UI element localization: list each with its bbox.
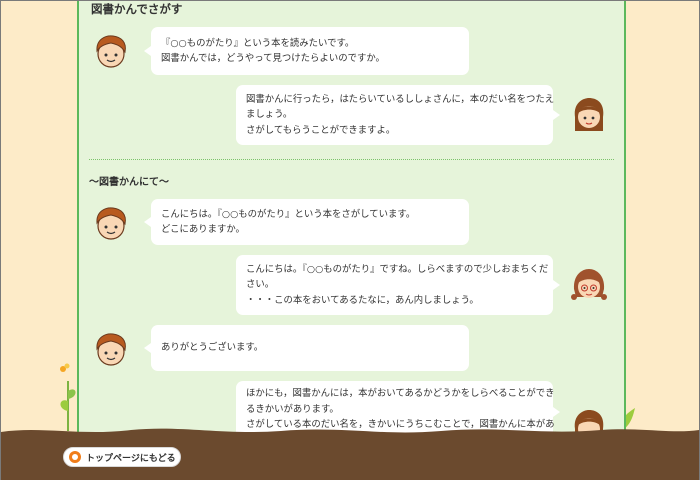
bubble-line: 『○○ものがたり』という本を読みたいです。 — [161, 37, 355, 49]
bubble-line: ありがとうございます。 — [161, 342, 264, 354]
circle-arrow-icon — [69, 451, 81, 463]
back-to-top-label: トップページにもどる — [86, 453, 176, 464]
speech-bubble: ありがとうございます。 — [144, 325, 469, 371]
speech-bubble: 図書かんに行ったら，はたらいているししょさんに，本のだい名をつたえ ましょう。 … — [236, 85, 560, 145]
bubble-line: 図書かんでは，どうやって見つけたらよいのですか。 — [161, 53, 385, 64]
woman-avatar-icon — [574, 98, 604, 131]
sub-section-title: ～図書かんにて～ — [89, 177, 169, 188]
bubble-line: さがしてもらうことができますよ。 — [246, 124, 396, 136]
librarian-avatar-icon — [571, 269, 607, 300]
bubble-line: ましょう。 — [246, 109, 293, 121]
boy-avatar-icon — [96, 333, 126, 366]
bubble-line: ほかにも，図書かんには，本がおいてあるかどうかをしらべることができ — [246, 388, 555, 399]
bubble-line: ・・・この本をおいてあるたなに，あん内しましょう。 — [246, 294, 479, 306]
section-title: 図書かんでさがす — [91, 2, 183, 16]
bubble-line: るきかいがあります。 — [246, 403, 339, 415]
speech-bubble: 『○○ものがたり』という本を読みたいです。 図書かんでは，どうやって見つけたらよ… — [144, 27, 469, 75]
bubble-line: こんにちは。『○○ものがたり』という本をさがしています。 — [161, 208, 416, 220]
bubble-line: 図書かんに行ったら，はたらいているししょさんに，本のだい名をつたえ — [246, 93, 555, 105]
content-panel: 図書かんでさがす 『○○ものがたり』という本を読みたいです。 図書かんでは，どう… — [77, 1, 626, 443]
boy-avatar-icon — [96, 35, 126, 68]
bubble-line: どこにありますか。 — [161, 224, 245, 235]
section-divider — [89, 159, 614, 160]
boy-avatar-icon — [96, 207, 126, 240]
speech-bubble: こんにちは。『○○ものがたり』という本をさがしています。 どこにありますか。 — [144, 199, 469, 245]
bubble-line: こんにちは。『○○ものがたり』ですね。しらべますので少しおまちくだ — [246, 263, 549, 275]
speech-bubble: こんにちは。『○○ものがたり』ですね。しらべますので少しおまちくだ さい。 ・・… — [236, 255, 560, 315]
sprout-left-icon — [60, 363, 76, 431]
bubble-line: さい。 — [246, 279, 275, 291]
back-to-top-button[interactable]: トップページにもどる — [63, 447, 181, 467]
